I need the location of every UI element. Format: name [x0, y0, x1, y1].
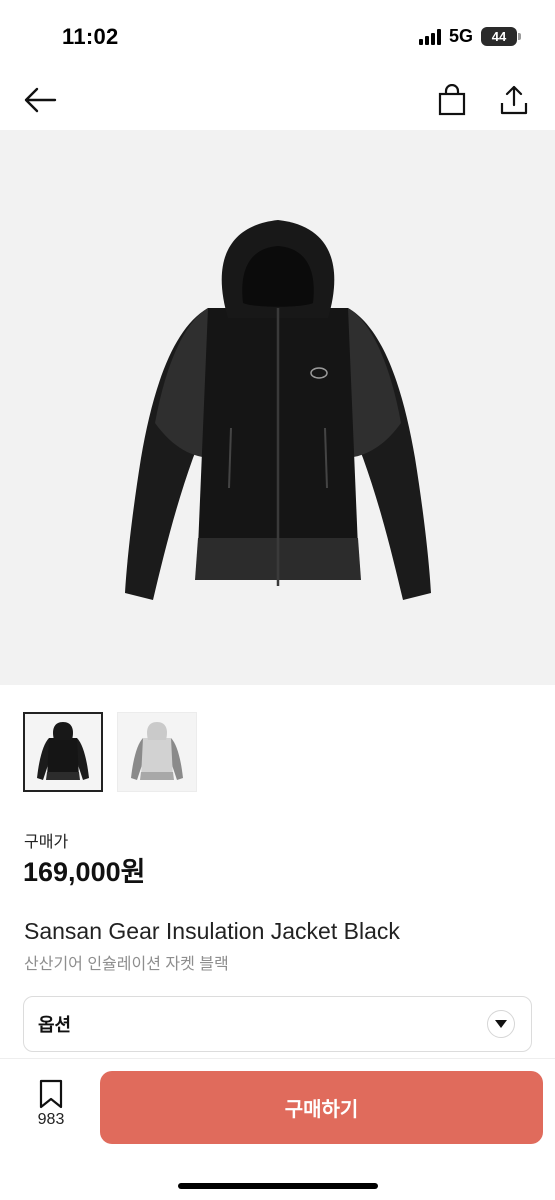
- bookmark-count: 983: [37, 1111, 65, 1128]
- price-value: 169,000원: [23, 857, 146, 887]
- share-icon: [500, 85, 528, 115]
- option-label: 옵션: [38, 1015, 72, 1035]
- network-type: 5G: [448, 26, 473, 46]
- thumbnail-black-image: [37, 722, 89, 780]
- home-indicator: [178, 1183, 378, 1189]
- bookmark-icon: [39, 1079, 63, 1109]
- status-indicators: 5G 44: [418, 26, 521, 47]
- jacket-photo: [124, 219, 431, 600]
- status-bar: 11:02 5G 44: [0, 0, 555, 70]
- back-arrow-icon: [24, 87, 57, 113]
- battery-icon: 44: [481, 27, 521, 46]
- price-label: 구매가: [24, 834, 69, 851]
- nav-bar: [0, 70, 555, 130]
- buy-button-label: 구매하기: [284, 1099, 359, 1121]
- chevron-down-icon: [487, 1010, 515, 1038]
- thumbnail-gray-image: [131, 722, 183, 780]
- status-time: 11:02: [62, 24, 119, 49]
- back-button[interactable]: [18, 78, 62, 122]
- thumbnail-black[interactable]: [23, 712, 103, 792]
- cart-button[interactable]: [430, 78, 474, 122]
- bookmark-button[interactable]: 983: [28, 1079, 74, 1129]
- signal-icon: [418, 28, 441, 45]
- product-name-ko: 산산기어 인슐레이션 자켓 블랙: [24, 956, 229, 973]
- product-name-en: Sansan Gear Insulation Jacket Black: [24, 918, 400, 944]
- battery-level: 44: [491, 29, 507, 44]
- share-button[interactable]: [492, 78, 536, 122]
- bottom-action-bar: 983 구매하기: [0, 1058, 555, 1200]
- thumbnail-gray[interactable]: [117, 712, 197, 792]
- shopping-bag-icon: [438, 84, 466, 116]
- product-image[interactable]: [0, 130, 555, 685]
- option-select[interactable]: 옵션: [23, 996, 532, 1052]
- buy-button[interactable]: 구매하기: [100, 1071, 543, 1144]
- thumbnail-strip: [23, 712, 197, 792]
